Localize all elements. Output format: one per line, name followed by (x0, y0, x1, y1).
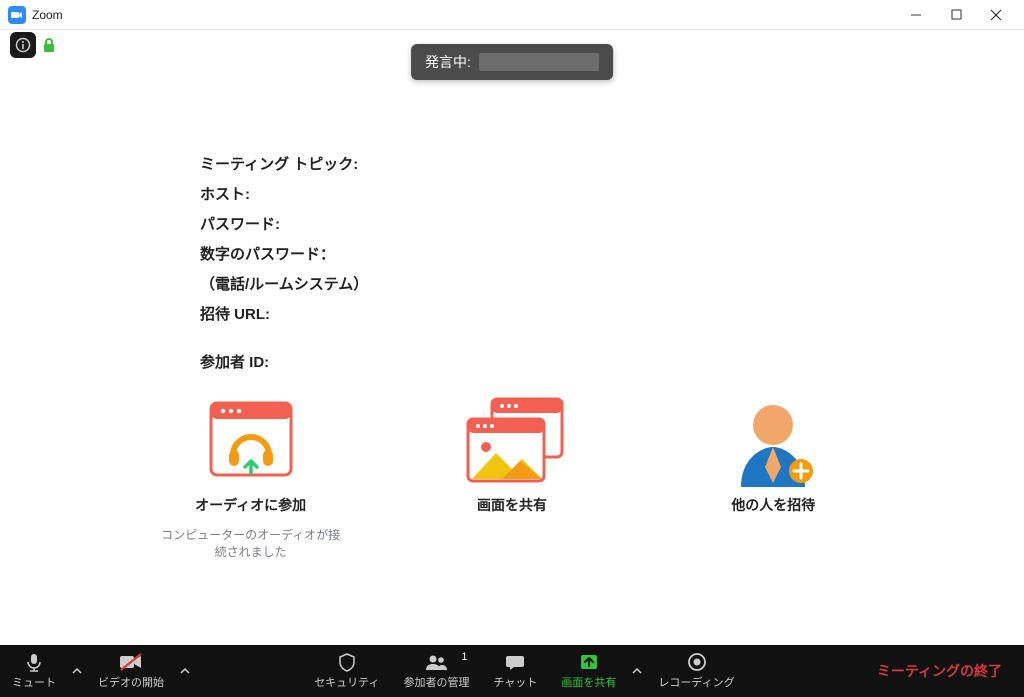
share-screen-button[interactable]: 画面を共有 (549, 645, 628, 697)
participant-id-label: 参加者 ID: (200, 348, 368, 378)
numeric-password-label: 数字のパスワード： (200, 240, 368, 270)
invite-person-icon (723, 395, 823, 485)
action-tiles: オーディオに参加 コンピューターのオーディオが接続されました 画面を共有 (0, 395, 1024, 561)
share-screen-label: 画面を共有 (477, 495, 547, 515)
headphones-icon (201, 395, 301, 485)
window-controls (896, 1, 1016, 29)
share-label: 画面を共有 (561, 674, 616, 690)
chat-button[interactable]: チャット (482, 645, 550, 697)
titlebar: Zoom (0, 0, 1024, 30)
maximize-button[interactable] (936, 1, 976, 29)
meeting-topic-label: ミーティング トピック: (200, 150, 368, 180)
password-label: パスワード: (200, 210, 368, 240)
chevron-up-icon (72, 666, 82, 676)
video-label: ビデオの開始 (98, 674, 164, 690)
speaking-indicator: 発言中: (411, 44, 613, 80)
mute-label: ミュート (12, 674, 56, 690)
meeting-toolbar: ミュート ビデオの開始 セキュリティ 1 参加者の管理 チャット (0, 645, 1024, 697)
join-audio-tile[interactable]: オーディオに参加 コンピューターのオーディオが接続されました (151, 395, 351, 561)
end-meeting-button[interactable]: ミーティングの終了 (855, 661, 1024, 681)
record-label: レコーディング (658, 674, 734, 690)
security-label: セキュリティ (314, 674, 379, 690)
join-audio-label: オーディオに参加 (195, 495, 306, 515)
audio-options-chevron[interactable] (68, 645, 86, 697)
close-button[interactable] (976, 1, 1016, 29)
speaking-name-placeholder (479, 53, 599, 71)
share-options-chevron[interactable] (628, 645, 646, 697)
minimize-button[interactable] (896, 1, 936, 29)
numeric-password-sub: （電話/ルームシステム） (200, 270, 368, 300)
join-audio-sub: コンピューターのオーディオが接続されました (161, 527, 341, 561)
host-label: ホスト: (200, 180, 368, 210)
share-windows-icon (462, 395, 562, 485)
mute-button[interactable]: ミュート (0, 645, 68, 697)
chevron-up-icon (180, 666, 190, 676)
meeting-info-panel: ミーティング トピック: ホスト: パスワード: 数字のパスワード： （電話/ル… (200, 150, 368, 378)
invite-url-label: 招待 URL: (200, 300, 368, 330)
speaking-label: 発言中: (425, 52, 471, 72)
record-button[interactable]: レコーディング (646, 645, 746, 697)
invite-others-label: 他の人を招待 (731, 495, 815, 515)
meeting-info-button[interactable] (10, 32, 36, 58)
share-screen-tile[interactable]: 画面を共有 (412, 395, 612, 561)
security-button[interactable]: セキュリティ (302, 645, 391, 697)
window-title: Zoom (32, 8, 896, 22)
encryption-lock-icon[interactable] (42, 37, 56, 53)
invite-others-tile[interactable]: 他の人を招待 (673, 395, 873, 561)
chevron-up-icon (632, 666, 642, 676)
participants-label: 参加者の管理 (404, 674, 470, 690)
zoom-app-icon (8, 6, 26, 24)
video-options-chevron[interactable] (176, 645, 194, 697)
manage-participants-button[interactable]: 1 参加者の管理 (392, 645, 482, 697)
chat-label: チャット (494, 674, 538, 690)
start-video-button[interactable]: ビデオの開始 (86, 645, 176, 697)
participants-count: 1 (461, 651, 467, 663)
